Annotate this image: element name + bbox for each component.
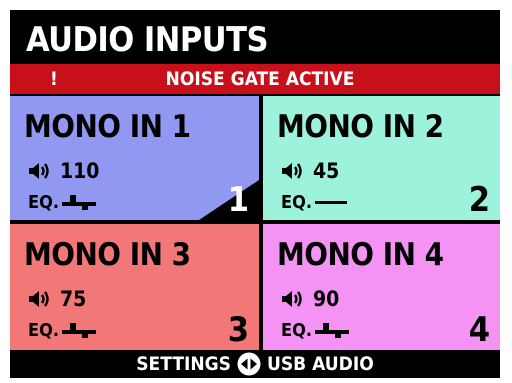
eq-curve-icon (314, 323, 349, 338)
page-title: AUDIO INPUTS (26, 20, 269, 60)
usb-audio-link[interactable]: USB AUDIO (267, 353, 374, 375)
channel-tile-2[interactable]: MONO IN 2 45 EQ. 2 (263, 96, 500, 220)
channel-name: MONO IN 3 (24, 237, 191, 273)
channel-number: 3 (227, 310, 249, 350)
channel-tile-1[interactable]: MONO IN 1 110 EQ. 1 (10, 96, 259, 220)
eq-label: EQ. (281, 191, 312, 213)
eq-label: EQ. (28, 319, 59, 341)
noise-gate-banner: ! NOISE GATE ACTIVE (10, 64, 500, 94)
volume-value: 90 (313, 287, 340, 311)
channel-volume: 110 (28, 158, 99, 184)
channel-tile-4[interactable]: MONO IN 4 90 EQ. 4 (263, 224, 500, 350)
channel-volume: 45 (281, 158, 339, 184)
volume-value: 45 (313, 159, 340, 183)
channel-number: 2 (468, 180, 490, 220)
eq-label: EQ. (281, 319, 312, 341)
channel-number: 4 (468, 310, 490, 350)
speaker-icon (29, 163, 49, 179)
channel-eq: EQ. (28, 190, 96, 214)
settings-link[interactable]: SETTINGS (136, 353, 231, 375)
footer-nav: SETTINGS USB AUDIO (10, 350, 500, 378)
volume-value: 110 (60, 159, 100, 183)
channel-name: MONO IN 1 (24, 109, 191, 145)
channel-eq: EQ. (28, 318, 96, 342)
channel-number: 1 (227, 180, 249, 220)
volume-value: 75 (60, 287, 87, 311)
speaker-icon (282, 163, 302, 179)
left-right-arrows-icon[interactable] (237, 352, 261, 376)
eq-curve-icon (61, 323, 96, 338)
channel-volume: 90 (281, 286, 339, 312)
eq-curve-icon (61, 195, 96, 210)
speaker-icon (29, 291, 49, 307)
channel-tile-3[interactable]: MONO IN 3 75 EQ. 3 (10, 224, 259, 350)
channel-name: MONO IN 4 (277, 237, 444, 273)
eq-flat-icon (314, 201, 347, 204)
banner-message: NOISE GATE ACTIVE (165, 68, 355, 90)
audio-inputs-screen: AUDIO INPUTS ! NOISE GATE ACTIVE MONO IN… (10, 10, 500, 378)
channel-name: MONO IN 2 (277, 109, 444, 145)
channel-volume: 75 (28, 286, 86, 312)
channel-eq: EQ. (281, 190, 347, 214)
eq-label: EQ. (28, 191, 59, 213)
channel-eq: EQ. (281, 318, 349, 342)
speaker-icon (282, 291, 302, 307)
